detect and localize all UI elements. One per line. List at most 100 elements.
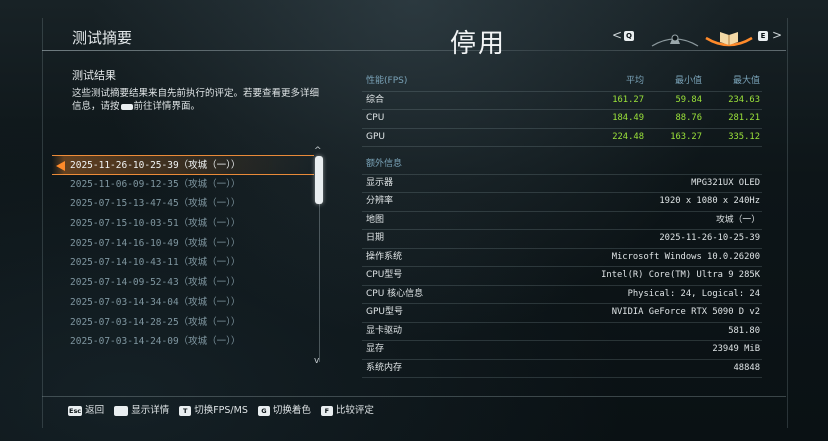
performance-value: 335.12	[728, 131, 760, 142]
extra-info-label: GPU型号	[366, 307, 403, 317]
record-item[interactable]: 2025-07-03-14-28-25（攻城（一））	[52, 313, 314, 333]
scroll-up-icon[interactable]: ^	[314, 146, 322, 156]
performance-row-label: GPU	[366, 131, 385, 142]
record-item[interactable]: 2025-11-06-09-12-35（攻城（一））	[52, 175, 314, 195]
extra-info-value: Intel(R) Core(TM) Ultra 9 285K	[601, 270, 760, 280]
column-average: 平均	[625, 76, 644, 86]
footer-hint-label: 返回	[85, 405, 105, 416]
extra-info-row: 日期 2025-11-26-10-25-39	[362, 230, 762, 249]
extra-info-row: GPU型号 NVIDIA GeForce RTX 5090 D v2	[362, 304, 762, 323]
top-tabs: < Q E >	[612, 24, 788, 50]
footer-hint[interactable]: F 比较评定	[320, 402, 374, 416]
chevron-left-icon[interactable]: <	[612, 28, 622, 42]
extra-info-row: 显卡驱动 581.80	[362, 323, 762, 341]
extra-info-label: 分辨率	[366, 196, 394, 206]
footer-hint[interactable]: T 切换FPS/MS	[179, 402, 248, 416]
extra-info-label: 显卡驱动	[366, 325, 403, 336]
space-key-icon	[120, 103, 133, 110]
extra-info-value: Microsoft Windows 10.0.26200	[611, 251, 760, 262]
performance-header-row: 性能(FPS) 平均 最小值 最大值	[362, 73, 762, 92]
performance-table: 性能(FPS) 平均 最小值 最大值 综合 161.27 59.84 234.63 CP…	[362, 73, 762, 147]
record-item[interactable]: 2025-07-15-13-47-45（攻城（一））	[52, 194, 314, 214]
performance-value: 59.84	[675, 94, 702, 105]
extra-info-value: MPG321UX OLED	[691, 177, 760, 188]
footer-hint[interactable]: 显示详情	[114, 402, 169, 416]
header-divider	[42, 50, 786, 51]
extra-info-row: 操作系统 Microsoft Windows 10.0.26200	[362, 249, 762, 267]
tab-right-key: E	[758, 31, 768, 41]
performance-value: 88.76	[675, 113, 702, 123]
extra-info-row: 显示器 MPG321UX OLED	[362, 175, 762, 193]
extra-info-label: 系统内存	[366, 362, 403, 373]
footer-hints: Esc 返回 显示详情 T 切换FPS/MS G 切换着色 F 比较评定	[68, 402, 384, 416]
key-icon: F	[320, 405, 333, 416]
chevron-right-icon[interactable]: >	[772, 28, 782, 42]
record-item[interactable]: 2025-07-03-14-24-09（攻城（一））	[52, 332, 314, 352]
column-min: 最小值	[674, 76, 702, 86]
extra-info-label: 地图	[366, 214, 385, 225]
extra-info-header-label: 额外信息	[366, 159, 403, 169]
extra-info-row: 系统内存 48848	[362, 360, 762, 378]
extra-info-label: CPU 核心信息	[366, 288, 424, 299]
extra-info-table: 额外信息 显示器 MPG321UX OLED 分辨率 1920 x 1080 x 24…	[362, 156, 762, 378]
footer-divider	[42, 396, 786, 397]
extra-info-row: CPU型号 Intel(R) Core(TM) Ultra 9 285K	[362, 267, 762, 286]
tab-book-active[interactable]	[704, 26, 754, 48]
extra-info-label: 显示器	[366, 177, 394, 188]
footer-hint-label: 比较评定	[335, 405, 374, 416]
key-icon	[114, 405, 129, 416]
footer-hint[interactable]: G 切换着色	[257, 402, 311, 416]
performance-value: 281.21	[728, 113, 760, 123]
performance-row-label: 综合	[366, 94, 385, 105]
extra-info-row: CPU 核心信息 Physical: 24, Logical: 24	[362, 286, 762, 304]
extra-info-value: NVIDIA GeForce RTX 5090 D v2	[611, 307, 760, 317]
results-description: 这些测试摘要结果来自先前执行的评定。若要查看更多详细信息，请按 前往详情界面。	[72, 87, 322, 113]
extra-info-value: 23949 MiB	[712, 344, 760, 354]
tab-left-key: Q	[624, 31, 634, 41]
footer-hint-label: 切换着色	[272, 405, 311, 416]
record-item[interactable]: 2025-07-03-14-34-04（攻城（一））	[52, 293, 314, 313]
extra-info-value: 581.80	[728, 325, 760, 336]
records-scrollbar[interactable]: ^ v	[313, 146, 327, 368]
record-item[interactable]: 2025-07-14-16-10-49（攻城（一））	[52, 234, 314, 254]
extra-info-value: 攻城（一）	[716, 214, 760, 225]
extra-info-value: 48848	[733, 362, 760, 373]
extra-info-label: 显存	[366, 344, 385, 354]
description-text-after: 前往详情界面。	[133, 101, 201, 112]
extra-info-value: 2025-11-26-10-25-39	[659, 233, 760, 243]
open-book-icon	[705, 32, 753, 47]
record-item[interactable]: 2025-07-15-10-03-51（攻城（一））	[52, 214, 314, 234]
performance-value: 161.27	[612, 94, 644, 105]
record-item[interactable]: 2025-07-14-09-52-43（攻城（一））	[52, 273, 314, 293]
extra-info-row: 分辨率 1920 x 1080 x 240Hz	[362, 193, 762, 212]
extra-info-label: CPU型号	[366, 270, 403, 280]
footer-hint-label: 显示详情	[131, 405, 170, 416]
tab-helmet[interactable]	[650, 26, 700, 48]
helmet-icon	[651, 34, 699, 47]
page-title: 测试摘要	[72, 29, 133, 47]
extra-info-header-row: 额外信息	[362, 156, 762, 175]
extra-info-label: 操作系统	[366, 251, 403, 262]
performance-row: 综合 161.27 59.84 234.63	[362, 92, 762, 110]
overlay-title: 停用	[450, 29, 507, 59]
footer-hint[interactable]: Esc 返回	[68, 402, 104, 416]
records-list: 2025-11-26-10-25-39（攻城（一）） 2025-11-06-09-…	[52, 155, 314, 352]
performance-value: 184.49	[612, 113, 644, 123]
performance-row-label: CPU	[366, 113, 385, 123]
key-icon: G	[257, 405, 270, 416]
extra-info-value: Physical: 24, Logical: 24	[627, 288, 760, 299]
record-item[interactable]: 2025-11-26-10-25-39（攻城（一））	[52, 155, 314, 175]
extra-info-value: 1920 x 1080 x 240Hz	[659, 196, 760, 206]
performance-value: 234.63	[728, 94, 760, 105]
scroll-down-icon[interactable]: v	[314, 356, 319, 366]
key-icon: Esc	[68, 405, 83, 416]
extra-info-row: 地图 攻城（一）	[362, 212, 762, 230]
results-heading: 测试结果	[72, 69, 116, 82]
record-item[interactable]: 2025-07-14-10-43-11（攻城（一））	[52, 253, 314, 273]
scroll-thumb[interactable]	[315, 156, 323, 204]
performance-value: 224.48	[612, 131, 644, 142]
key-icon: T	[179, 405, 192, 416]
performance-value: 163.27	[670, 131, 702, 142]
performance-row: CPU 184.49 88.76 281.21	[362, 110, 762, 129]
extra-info-label: 日期	[366, 233, 385, 243]
